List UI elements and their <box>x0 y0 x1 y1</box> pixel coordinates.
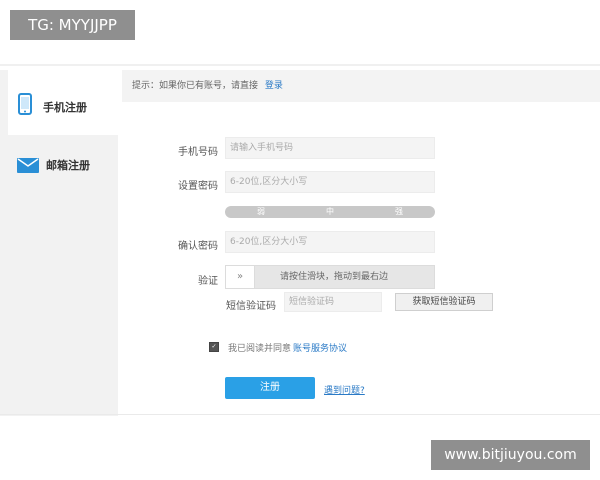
strength-weak: 弱 <box>257 207 265 216</box>
slider-handle[interactable]: » <box>226 266 255 288</box>
slider-captcha: » 请按住滑块，拖动到最右边 <box>225 265 435 289</box>
phone-icon <box>18 93 32 119</box>
confirm-password-input[interactable]: 6-20位,区分大小写 <box>225 231 435 253</box>
password-input[interactable]: 6-20位,区分大小写 <box>225 171 435 193</box>
strength-medium: 中 <box>326 207 334 216</box>
strength-strong: 强 <box>395 207 403 216</box>
tab-label-phone: 手机注册 <box>43 101 87 114</box>
tab-phone-register[interactable]: 手机注册 <box>8 70 118 135</box>
help-link[interactable]: 遇到问题? <box>324 383 365 396</box>
tg-badge: TG: MYYJJPP <box>10 10 135 40</box>
sms-code-label: 短信验证码 <box>226 301 276 312</box>
mail-icon <box>17 158 39 177</box>
watermark-badge: www.bitjiuyou.com <box>431 440 590 470</box>
login-notice: 提示：如果你已有账号，请直接 登录 <box>122 70 600 102</box>
notice-text: 提示：如果你已有账号，请直接 <box>132 81 259 91</box>
phone-input[interactable]: 请输入手机号码 <box>225 137 435 159</box>
tab-label-email: 邮箱注册 <box>46 159 90 172</box>
register-button[interactable]: 注册 <box>225 377 315 399</box>
sms-code-input[interactable]: 短信验证码 <box>284 292 382 312</box>
tab-email-register[interactable]: 邮箱注册 <box>8 138 118 188</box>
get-sms-code-button[interactable]: 获取短信验证码 <box>395 293 493 311</box>
top-divider <box>0 64 600 66</box>
agreement-text-row: 我已阅读并同意 账号服务协议 <box>228 341 347 354</box>
agreement-text: 我已阅读并同意 <box>228 344 292 354</box>
login-link[interactable]: 登录 <box>265 81 283 91</box>
confirm-password-label: 确认密码 <box>178 241 218 252</box>
bottom-divider <box>0 414 600 415</box>
password-label: 设置密码 <box>178 181 218 192</box>
password-strength-meter: 弱 中 强 <box>225 206 435 218</box>
phone-label: 手机号码 <box>178 147 218 158</box>
terms-link[interactable]: 账号服务协议 <box>293 344 347 354</box>
agreement-checkbox[interactable]: ✓ <box>209 342 219 352</box>
verify-label: 验证 <box>198 276 218 287</box>
slider-hint: 请按住滑块，拖动到最右边 <box>280 272 389 282</box>
